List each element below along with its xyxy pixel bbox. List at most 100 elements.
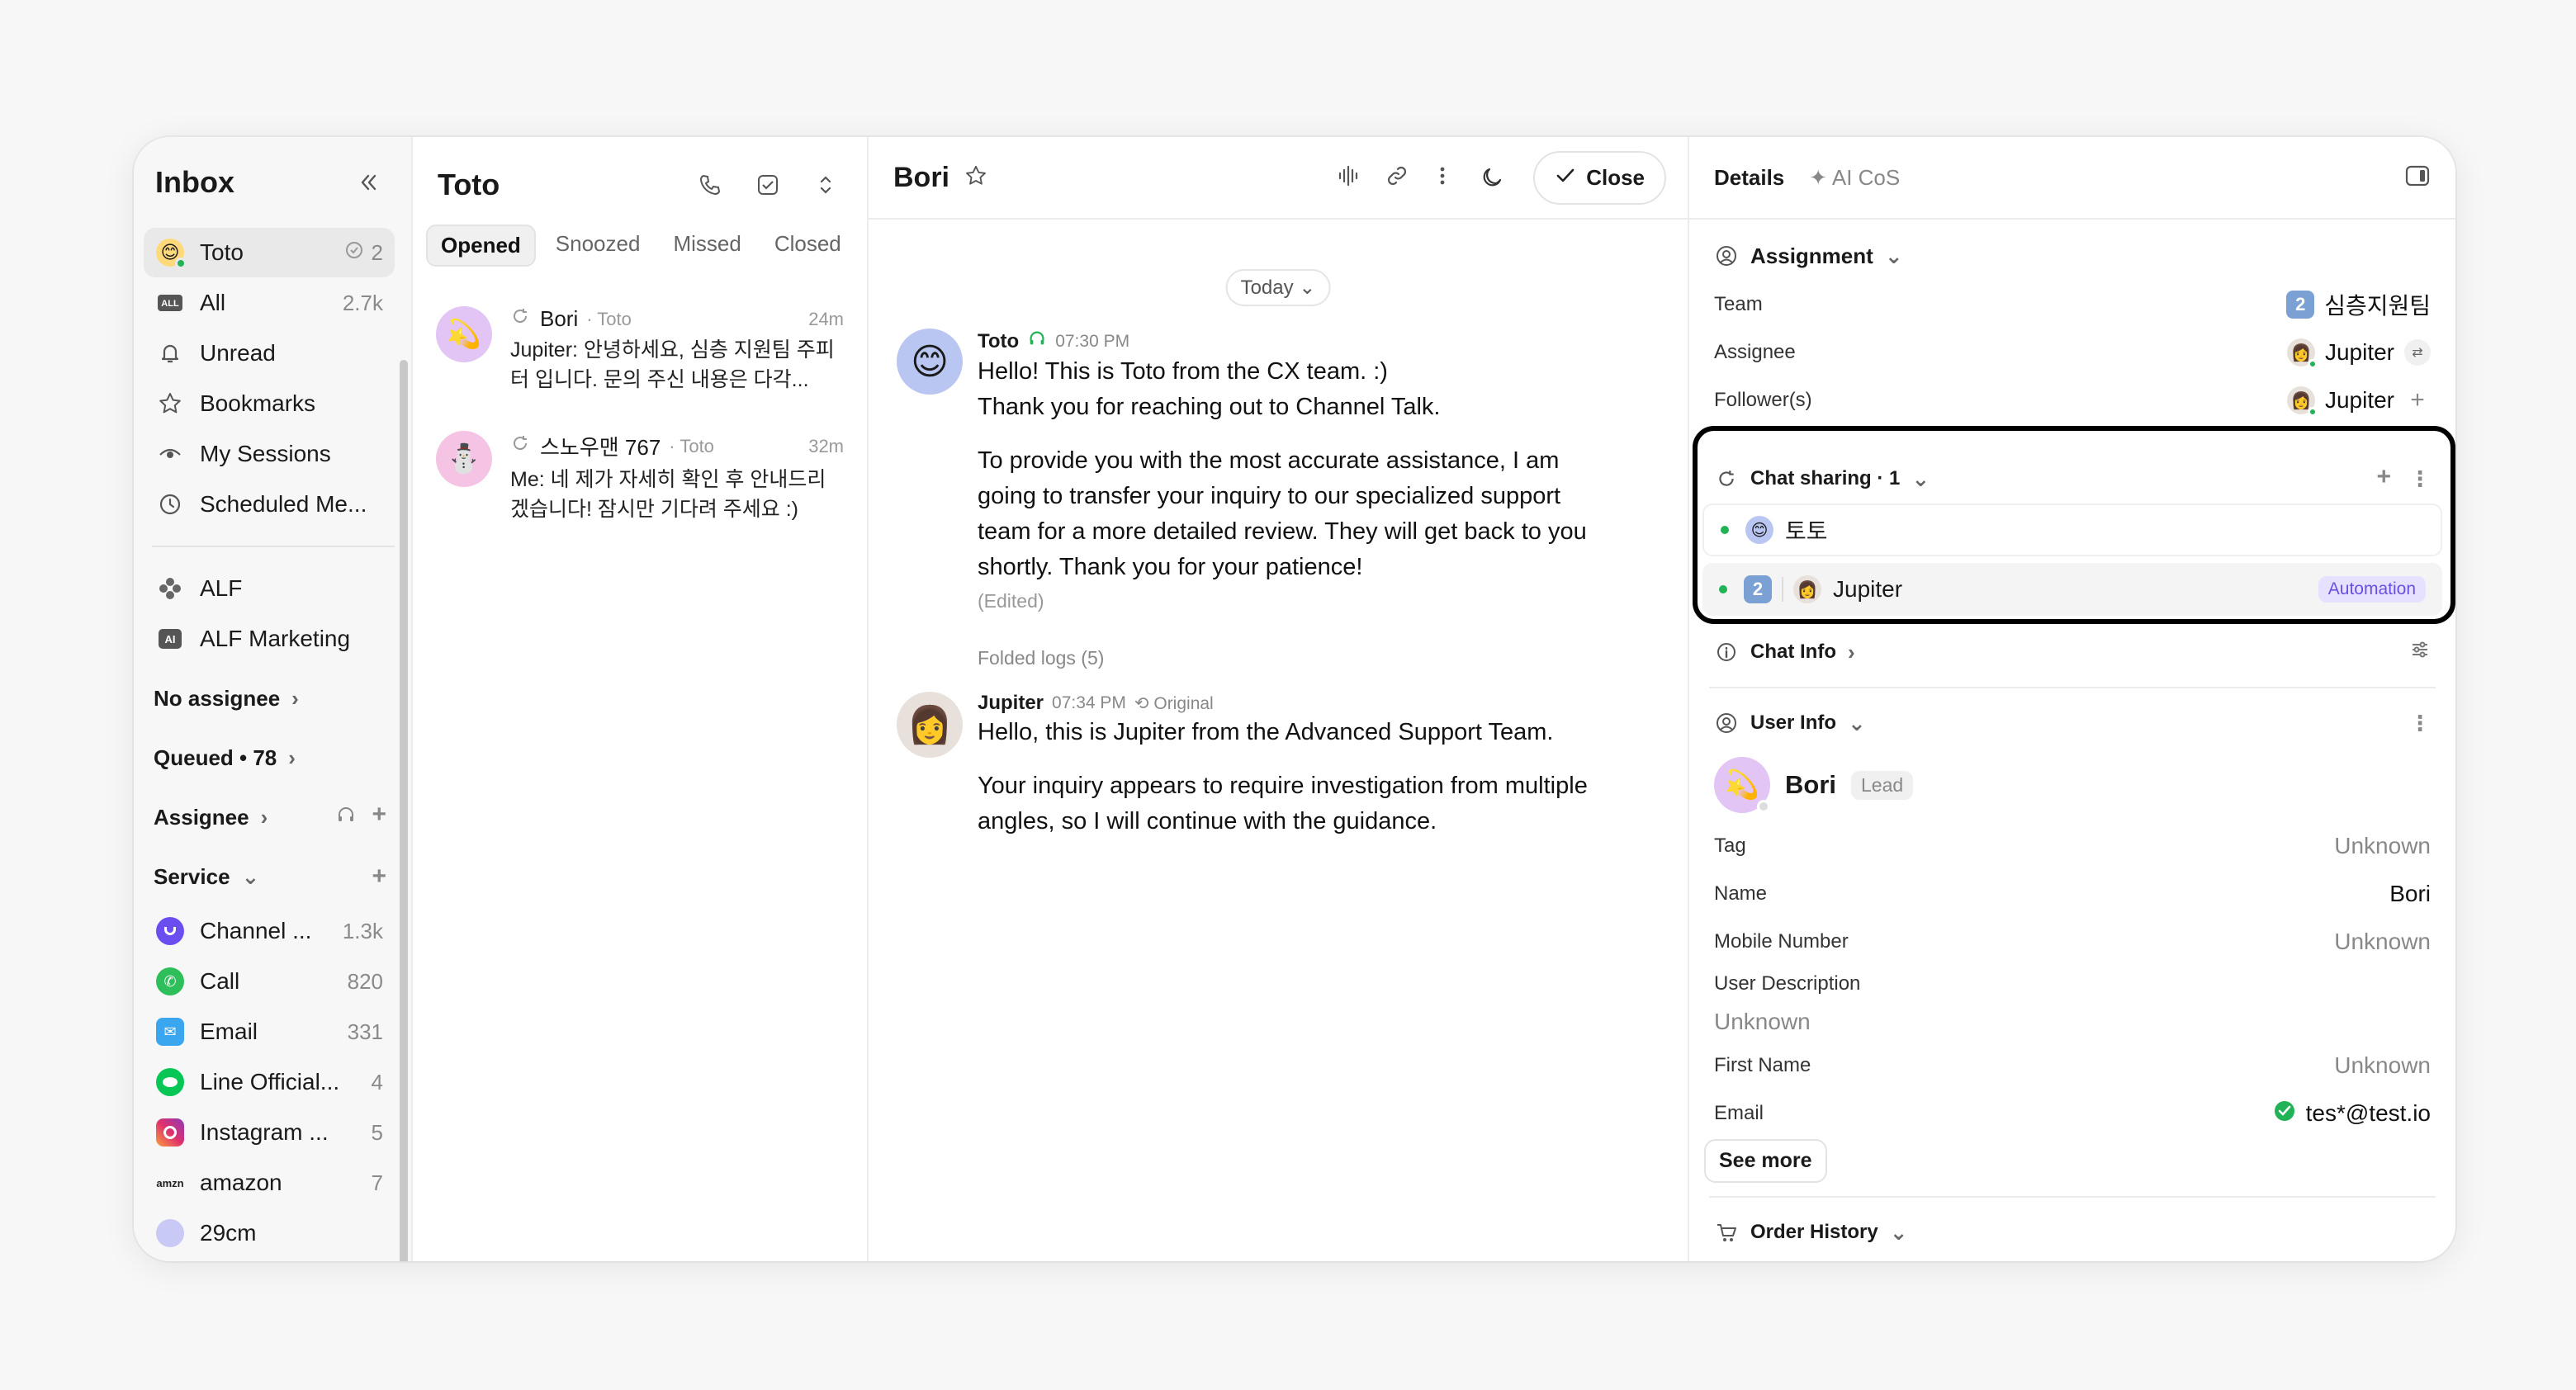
section-chat-info[interactable]: Chat Info › bbox=[1689, 627, 2455, 677]
more-vertical-icon[interactable]: ⋮ bbox=[2409, 711, 2431, 736]
avatar: 😊 bbox=[897, 329, 963, 395]
tab-missed[interactable]: Missed bbox=[660, 225, 754, 267]
reassign-icon[interactable]: ⇄ bbox=[2404, 339, 2431, 366]
tab-snoozed[interactable]: Snoozed bbox=[542, 225, 654, 267]
user-field-name[interactable]: Name Bori bbox=[1689, 870, 2455, 918]
sidebar-item-label: My Sessions bbox=[200, 441, 331, 466]
sidebar-item-29cm[interactable]: 29cm bbox=[144, 1208, 395, 1258]
link-icon[interactable] bbox=[1385, 163, 1409, 192]
group-service[interactable]: Service ⌄ + bbox=[134, 847, 411, 906]
sidebar-item-my-sessions[interactable]: My Sessions bbox=[144, 429, 395, 479]
sidebar-item-count: 5 bbox=[371, 1119, 383, 1145]
field-value: Unknown bbox=[2334, 929, 2431, 954]
group-queued[interactable]: Queued • 78 › bbox=[134, 728, 411, 787]
audio-wave-icon[interactable] bbox=[1335, 163, 1360, 192]
chat-panel: Bori Close Today ⌄ 😊 Toto 07:30 PM Hello… bbox=[869, 137, 1689, 1261]
section-user-info[interactable]: User Info ⌄ ⋮ bbox=[1689, 698, 2455, 748]
message-author: Jupiter bbox=[978, 692, 1044, 714]
sidebar-item-bookmarks[interactable]: Bookmarks bbox=[144, 379, 395, 428]
collapse-sidebar-icon[interactable] bbox=[352, 166, 385, 199]
close-chat-button[interactable]: Close bbox=[1533, 150, 1666, 205]
info-icon bbox=[1714, 640, 1739, 664]
section-order-history[interactable]: Order History ⌄ bbox=[1689, 1208, 2455, 1257]
section-assignment[interactable]: Assignment ⌄ bbox=[1689, 231, 2455, 281]
add-icon[interactable]: + bbox=[372, 864, 386, 889]
conversation-name: 스노우맨 767 bbox=[540, 435, 661, 460]
team-row[interactable]: Team 2 심층지원팀 bbox=[1689, 281, 2455, 329]
toggle-panel-icon[interactable] bbox=[2404, 163, 2431, 192]
user-field-email[interactable]: Email tes*@test.io bbox=[1689, 1090, 2455, 1137]
tab-opened[interactable]: Opened bbox=[426, 225, 536, 267]
conversation-item[interactable]: 💫 Bori · Toto 24m Jupiter: 안녕하세요, 심층 지원팀… bbox=[413, 288, 867, 413]
conversation-item[interactable]: ⛄ 스노우맨 767 · Toto 32m Me: 네 제가 자세히 확인 후 … bbox=[413, 413, 867, 542]
group-no-assignee[interactable]: No assignee › bbox=[134, 669, 411, 728]
assignee-row[interactable]: Assignee 👩 Jupiter ⇄ bbox=[1689, 329, 2455, 376]
folded-logs-button[interactable]: Folded logs (5) bbox=[978, 647, 1104, 669]
field-label: Follower(s) bbox=[1714, 389, 1812, 411]
user-field-description[interactable]: Unknown bbox=[1689, 1002, 2455, 1042]
sidebar-header: Inbox bbox=[134, 137, 411, 228]
tab-details[interactable]: Details bbox=[1714, 165, 1784, 191]
user-name: Bori bbox=[1785, 770, 1836, 799]
sidebar-item-unread[interactable]: Unread bbox=[144, 329, 395, 378]
sidebar-item-alf-marketing[interactable]: AI ALF Marketing bbox=[144, 614, 395, 664]
sidebar-item-label: Instagram ... bbox=[200, 1119, 329, 1145]
sidebar-item-label: All bbox=[200, 290, 226, 315]
message-paragraph: Hello! This is Toto from the CX team. :)… bbox=[978, 358, 1441, 420]
sync-icon bbox=[510, 433, 530, 459]
sidebar-item-channel[interactable]: Channel ... 1.3k bbox=[144, 906, 395, 956]
sidebar-item-all[interactable]: ALL All 2.7k bbox=[144, 278, 395, 328]
team-value: 심층지원팀 bbox=[2324, 293, 2431, 319]
sidebar-item-call[interactable]: ✆ Call 820 bbox=[144, 957, 395, 1006]
sort-icon[interactable] bbox=[809, 168, 842, 201]
sidebar-item-line[interactable]: Line Official... 4 bbox=[144, 1057, 395, 1107]
conversation-list: Toto Opened Snoozed Missed Closed 💫 Bori… bbox=[413, 137, 869, 1261]
snooze-moon-icon[interactable] bbox=[1475, 161, 1508, 194]
details-header: Details ✦ AI CoS bbox=[1689, 137, 2455, 220]
conversation-time: 32m bbox=[808, 435, 844, 456]
tab-closed[interactable]: Closed bbox=[761, 225, 855, 267]
field-value: Bori bbox=[2389, 881, 2431, 906]
sidebar-item-email[interactable]: ✉ Email 331 bbox=[144, 1007, 395, 1057]
sidebar-scrollbar[interactable] bbox=[400, 360, 408, 1261]
sidebar-item-toto[interactable]: 😊 Toto 2 bbox=[144, 228, 395, 277]
user-field-mobile[interactable]: Mobile Number Unknown bbox=[1689, 918, 2455, 966]
date-divider[interactable]: Today ⌄ bbox=[1225, 269, 1331, 306]
details-panel: Details ✦ AI CoS Assignment ⌄ Team 2 심층지원… bbox=[1689, 137, 2455, 1261]
highlight-box bbox=[1693, 426, 2455, 624]
followers-row[interactable]: Follower(s) 👩 Jupiter + bbox=[1689, 376, 2455, 424]
user-field-first-name[interactable]: First Name Unknown bbox=[1689, 1042, 2455, 1090]
translate-original-toggle[interactable]: ⟲ Original bbox=[1134, 693, 1214, 714]
group-assignee[interactable]: Assignee › + bbox=[134, 787, 411, 847]
sidebar-item-label: ALF bbox=[200, 575, 243, 601]
field-label: Tag bbox=[1714, 834, 1746, 857]
sidebar-item-instagram[interactable]: Instagram ... 5 bbox=[144, 1108, 395, 1157]
field-label: Assignee bbox=[1714, 341, 1796, 363]
svg-text:ALL: ALL bbox=[161, 299, 179, 309]
sidebar-item-label: ALF Marketing bbox=[200, 626, 351, 651]
field-value: Unknown bbox=[2334, 1052, 2431, 1078]
bookmark-star-icon[interactable] bbox=[964, 164, 987, 191]
tab-ai-cos[interactable]: ✦ AI CoS bbox=[1809, 165, 1900, 191]
sidebar-item-amazon[interactable]: amzn amazon 7 bbox=[144, 1158, 395, 1208]
user-field-tag[interactable]: Tag Unknown bbox=[1689, 822, 2455, 870]
message-time: 07:34 PM bbox=[1052, 693, 1126, 712]
headset-icon[interactable] bbox=[335, 804, 357, 831]
settings-sliders-icon[interactable] bbox=[2409, 639, 2431, 666]
checkbox-icon[interactable] bbox=[751, 168, 784, 201]
phone-icon[interactable] bbox=[694, 168, 727, 201]
conversation-name: Bori bbox=[540, 306, 579, 331]
see-more-button[interactable]: See more bbox=[1704, 1139, 1827, 1183]
sidebar-divider bbox=[152, 546, 395, 547]
sidebar-item-scheduled[interactable]: Scheduled Me... bbox=[144, 480, 395, 529]
email-value: tes*@test.io bbox=[2305, 1100, 2431, 1126]
field-label: Email bbox=[1714, 1102, 1764, 1124]
add-icon[interactable]: + bbox=[372, 801, 386, 831]
sidebar-item-shopee[interactable]: cht_app_shopee bbox=[144, 1259, 395, 1261]
ai-icon: AI bbox=[155, 624, 185, 654]
field-label: User Description bbox=[1714, 972, 1861, 995]
add-follower-icon[interactable]: + bbox=[2404, 386, 2431, 414]
sidebar-item-alf[interactable]: ALF bbox=[144, 564, 395, 613]
more-vertical-icon[interactable] bbox=[1434, 163, 1451, 192]
original-label: Original bbox=[1153, 693, 1214, 713]
